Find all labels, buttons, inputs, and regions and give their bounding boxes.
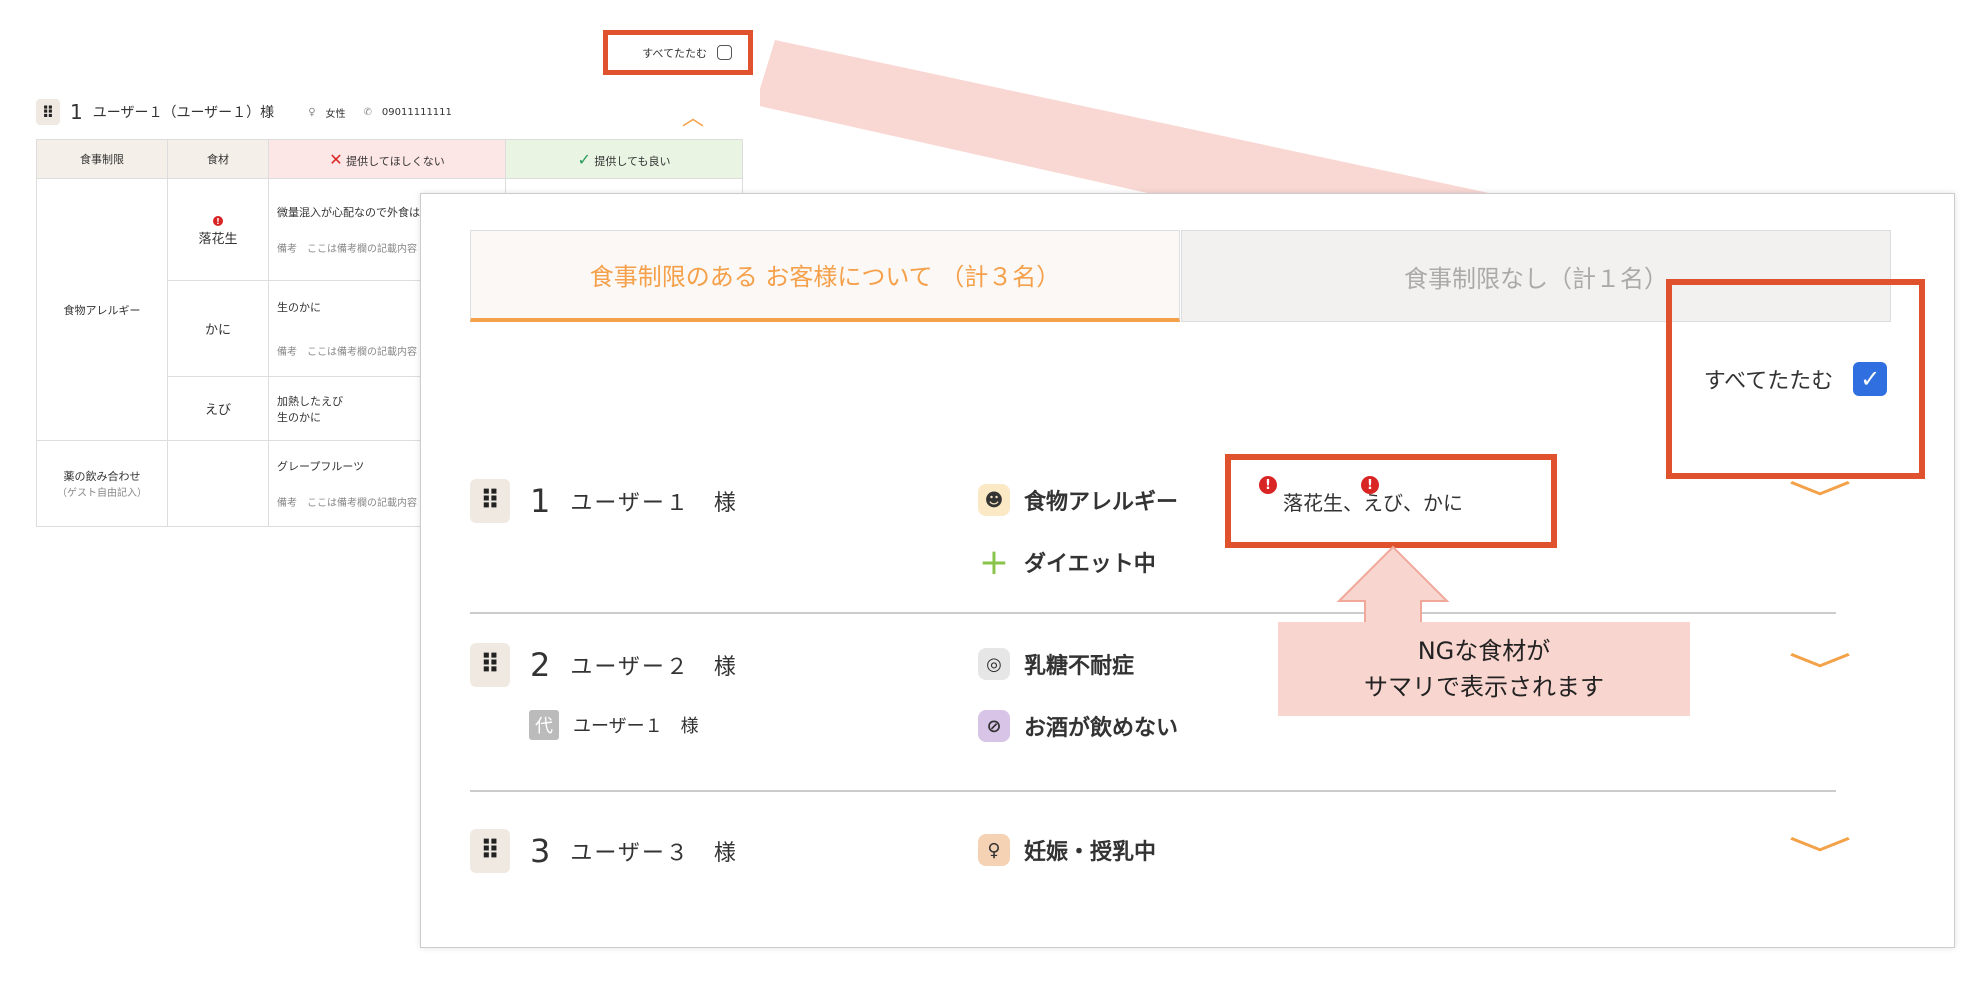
bg-gender: 女性 <box>325 108 346 120</box>
cat-food-allergy: 食物アレルギー <box>36 178 168 441</box>
chevron-down-icon[interactable]: ﹀ <box>1788 468 1852 526</box>
condition-lactose: ◎ 乳糖不耐症 <box>978 648 1134 680</box>
bg-user-header: ⠿ 1 ユーザー１（ユーザー１）様 ♀ 女性 ✆ 09011111111 <box>36 96 736 128</box>
bg-user-name: ユーザー１（ユーザー１）様 <box>92 105 275 121</box>
bg-phone: 09011111111 <box>381 106 452 118</box>
th-restriction: 食事制限 <box>36 139 168 179</box>
user-name: ユーザー２ 様 <box>570 655 738 680</box>
bg-user-number: 1 <box>70 100 83 124</box>
bg-collapse-all-box: すべてたたむ <box>603 30 753 75</box>
ing-peanut: ! 落花生 <box>167 178 269 281</box>
condition-pregnancy: ♀ 妊娠・授乳中 <box>978 834 1156 866</box>
lactose-icon: ◎ <box>978 648 1010 680</box>
chevron-down-icon[interactable]: ﹀ <box>1788 824 1852 882</box>
gender-icon: ♀ <box>308 106 316 118</box>
phone-icon: ✆ <box>363 106 372 118</box>
user-name: ユーザー３ 様 <box>570 841 738 866</box>
divider <box>470 790 1836 792</box>
drag-handle-icon[interactable]: ⠿ <box>470 643 510 687</box>
callout-note: NGな食材が サマリで表示されます <box>1278 622 1690 716</box>
drag-handle-icon[interactable]: ⠿ <box>470 479 510 523</box>
chevron-up-icon[interactable]: ︿ <box>682 100 704 132</box>
ing-crab: かに <box>167 280 269 377</box>
proxy-badge: 代 <box>529 710 559 740</box>
condition-food-allergy: ☻ 食物アレルギー <box>978 484 1178 516</box>
ng-summary-box: ! ! 落花生、えび、かに <box>1225 454 1557 548</box>
bg-collapse-label: すべてたたむ <box>642 46 707 60</box>
callout-line-2: サマリで表示されます <box>1364 673 1604 701</box>
condition-diet: + ダイエット中 <box>978 541 1156 583</box>
tab-with-restriction[interactable]: 食事制限のある お客様について （計３名） <box>470 230 1180 322</box>
drag-handle-icon[interactable]: ⠿ <box>470 829 510 873</box>
x-icon: ✕ <box>329 149 343 169</box>
condition-no-alcohol: ⊘ お酒が飲めない <box>978 710 1178 742</box>
chevron-down-icon[interactable]: ﹀ <box>1788 640 1852 698</box>
callout-line-1: NGな食材が <box>1417 637 1551 665</box>
check-icon: ✓ <box>577 149 591 169</box>
th-ok: ✓ 提供しても良い <box>505 139 743 179</box>
user-number: 3 <box>530 832 551 870</box>
cat-drug: 薬の飲み合わせ （ゲスト自由記入） <box>36 440 168 527</box>
divider <box>470 612 1836 614</box>
plus-icon: + <box>978 541 1010 583</box>
allergy-icon: ☻ <box>978 484 1010 516</box>
collapse-all-box: すべてたたむ ✓ <box>1666 279 1925 479</box>
proxy-name: ユーザー１ 様 <box>573 716 699 737</box>
alert-icon: ! <box>1259 476 1277 494</box>
alert-icon: ! <box>213 216 223 226</box>
collapse-all-label: すべてたたむ <box>1703 369 1834 394</box>
alert-icon: ! <box>1361 476 1379 494</box>
th-ingredient: 食材 <box>167 139 269 179</box>
bg-collapse-checkbox[interactable] <box>717 45 732 60</box>
callout-arrow <box>1336 545 1450 626</box>
no-alcohol-icon: ⊘ <box>978 710 1010 742</box>
th-ng: ✕ 提供してほしくない <box>268 139 506 179</box>
proxy-row: 代 ユーザー１ 様 <box>529 710 699 740</box>
ing-shrimp: えび <box>167 376 269 441</box>
collapse-all-checkbox[interactable]: ✓ <box>1853 362 1888 396</box>
user-number: 2 <box>530 646 551 684</box>
user-name: ユーザー１ 様 <box>570 491 738 516</box>
user-number: 1 <box>530 482 551 520</box>
drag-handle-icon[interactable]: ⠿ <box>36 99 60 125</box>
pregnancy-icon: ♀ <box>978 834 1010 866</box>
